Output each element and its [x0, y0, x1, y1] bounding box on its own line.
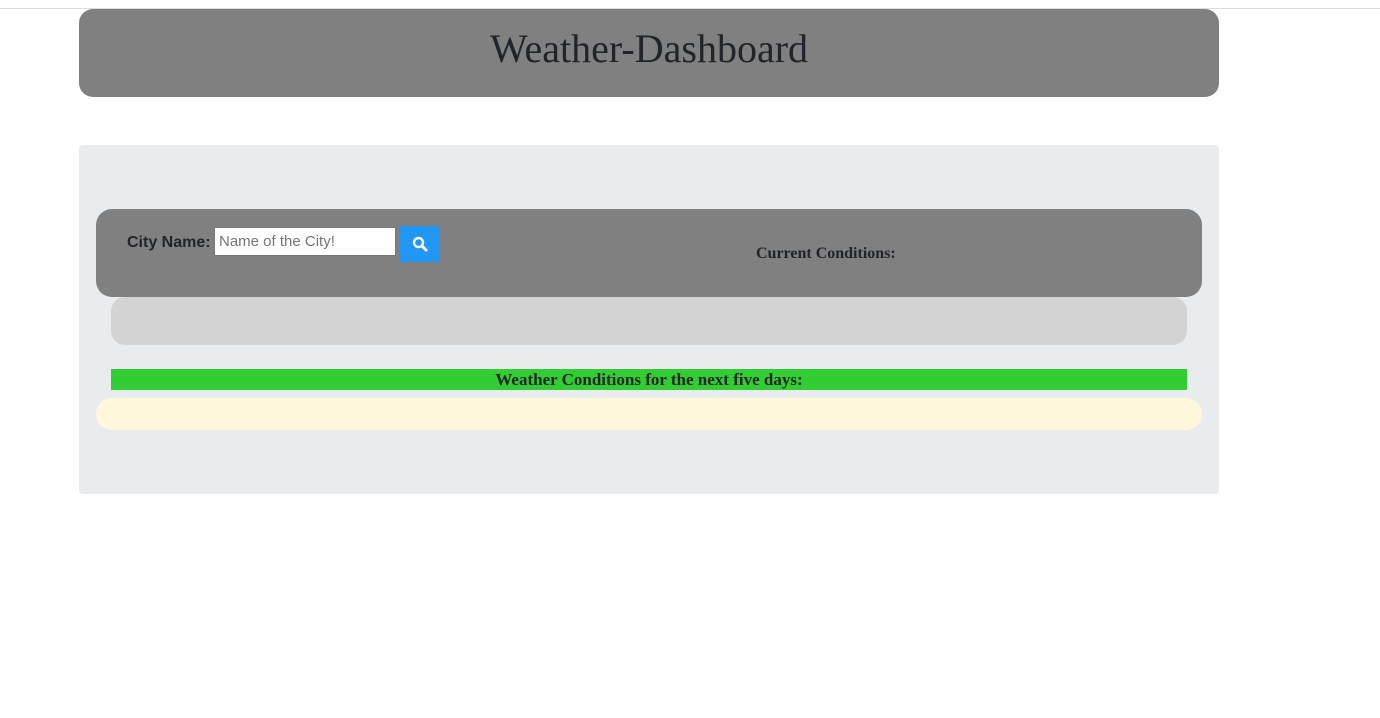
- city-search-input[interactable]: [214, 227, 396, 256]
- five-day-forecast-panel: [96, 398, 1202, 430]
- main-container: City Name: Current Conditions: Weather C…: [79, 145, 1219, 494]
- page-header: Weather-Dashboard: [79, 9, 1219, 97]
- five-day-forecast-heading: Weather Conditions for the next five day…: [111, 369, 1187, 390]
- search-button[interactable]: [400, 226, 440, 262]
- search-bar: City Name: Current Conditions:: [96, 209, 1202, 297]
- page-title: Weather-Dashboard: [489, 26, 809, 71]
- search-icon: [412, 236, 428, 252]
- current-conditions-panel: [111, 297, 1187, 345]
- city-name-label: City Name:: [127, 234, 211, 251]
- current-conditions-label: Current Conditions:: [756, 245, 896, 262]
